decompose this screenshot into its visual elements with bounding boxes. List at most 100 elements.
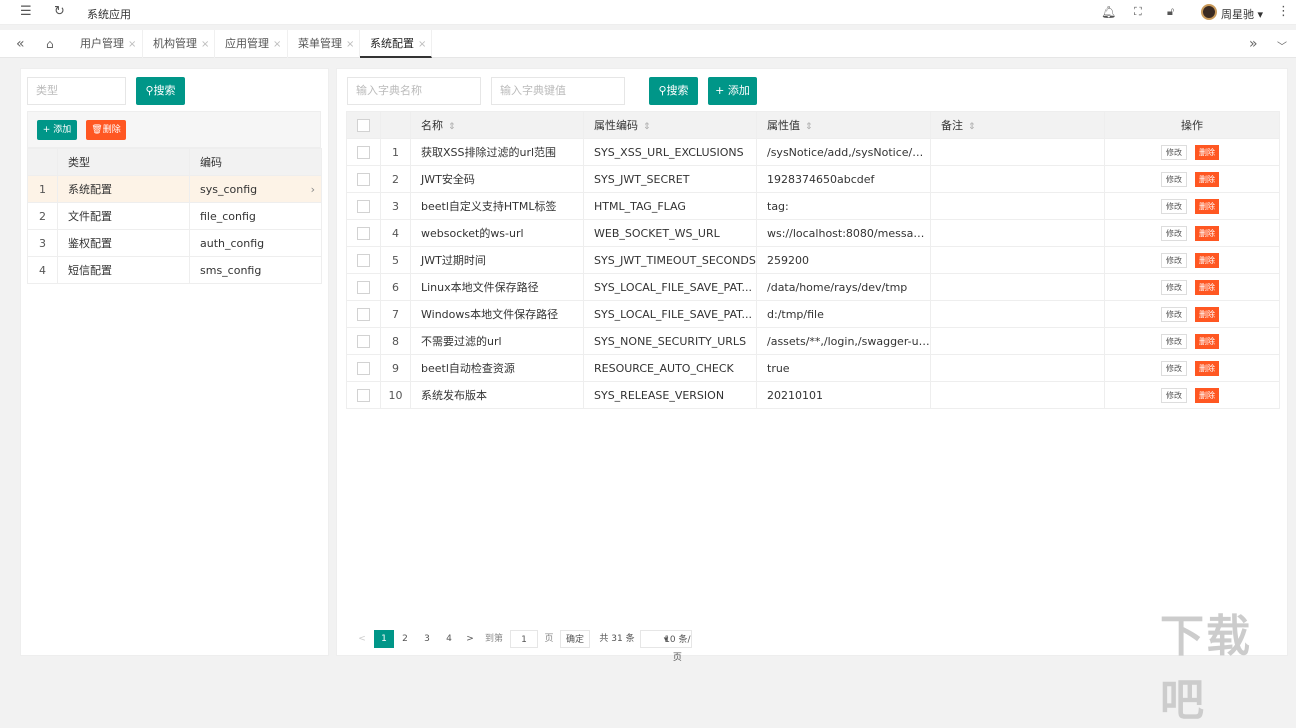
- table-row[interactable]: 7Windows本地文件保存路径SYS_LOCAL_FILE_SAVE_PAT.…: [347, 301, 1280, 328]
- table-row[interactable]: 9beetl自动检查资源RESOURCE_AUTO_CHECKtrue修改删除: [347, 355, 1280, 382]
- cell-code: SYS_RELEASE_VERSION: [584, 382, 757, 409]
- table-row[interactable]: 3鉴权配置auth_config: [28, 230, 322, 257]
- table-row[interactable]: 5JWT过期时间SYS_JWT_TIMEOUT_SECONDS259200修改删…: [347, 247, 1280, 274]
- type-add-button[interactable]: + 添加: [37, 120, 77, 140]
- tab-app-management[interactable]: 应用管理×: [215, 30, 288, 58]
- cell-name: Windows本地文件保存路径: [411, 301, 584, 328]
- cell-value: tag:: [757, 193, 931, 220]
- row-checkbox[interactable]: [357, 281, 370, 294]
- delete-button[interactable]: 删除: [1195, 226, 1219, 241]
- delete-button[interactable]: 删除: [1195, 199, 1219, 214]
- sort-icon[interactable]: ⇕: [448, 122, 456, 132]
- table-row[interactable]: 8不需要过滤的urlSYS_NONE_SECURITY_URLS/assets/…: [347, 328, 1280, 355]
- row-checkbox[interactable]: [357, 308, 370, 321]
- prev-page-button[interactable]: <: [356, 630, 368, 648]
- table-row[interactable]: 4短信配置sms_config: [28, 257, 322, 284]
- next-page-button[interactable]: >: [464, 630, 476, 648]
- tabs-dropdown-icon[interactable]: ﹀: [1277, 38, 1287, 53]
- plus-icon: +: [715, 84, 728, 97]
- user-name[interactable]: 周星驰 ▾: [1221, 6, 1263, 22]
- page-unit-label: 页: [542, 630, 556, 648]
- table-row[interactable]: 10系统发布版本SYS_RELEASE_VERSION20210101修改删除: [347, 382, 1280, 409]
- home-icon[interactable]: ⌂: [46, 37, 54, 51]
- lock-icon[interactable]: 🔓︎: [1167, 5, 1174, 19]
- dict-table: 名称⇕ 属性编码⇕ 属性值⇕ 备注⇕ 操作 1获取XSS排除过滤的url范围SY…: [346, 111, 1280, 409]
- fullscreen-icon[interactable]: ⛶: [1134, 5, 1142, 19]
- cell-name: 系统发布版本: [411, 382, 584, 409]
- delete-button[interactable]: 删除: [1195, 253, 1219, 268]
- dict-add-button[interactable]: + 添加: [708, 77, 757, 105]
- delete-button[interactable]: 删除: [1195, 145, 1219, 160]
- tab-user-management[interactable]: 用户管理×: [70, 30, 143, 58]
- delete-button[interactable]: 删除: [1195, 361, 1219, 376]
- table-row[interactable]: 1系统配置sys_config›: [28, 176, 322, 203]
- row-checkbox[interactable]: [357, 362, 370, 375]
- col-type: 类型: [58, 149, 190, 176]
- delete-button[interactable]: 删除: [1195, 388, 1219, 403]
- row-checkbox[interactable]: [357, 335, 370, 348]
- col-code[interactable]: 属性编码⇕: [584, 112, 757, 139]
- table-header: 名称⇕ 属性编码⇕ 属性值⇕ 备注⇕ 操作: [347, 112, 1280, 139]
- tab-system-config[interactable]: 系统配置×: [360, 30, 432, 58]
- dict-key-input[interactable]: 输入字典键值: [491, 77, 625, 105]
- col-name[interactable]: 名称⇕: [411, 112, 584, 139]
- menu-fold-icon[interactable]: ☰: [20, 5, 32, 19]
- page-1[interactable]: 1: [374, 630, 394, 648]
- delete-button[interactable]: 删除: [1195, 334, 1219, 349]
- edit-button[interactable]: 修改: [1161, 307, 1187, 322]
- table-row[interactable]: 4websocket的ws-urlWEB_SOCKET_WS_URLws://l…: [347, 220, 1280, 247]
- select-all-checkbox[interactable]: [357, 119, 370, 132]
- col-value[interactable]: 属性值⇕: [757, 112, 931, 139]
- cell-code: SYS_JWT_SECRET: [584, 166, 757, 193]
- edit-button[interactable]: 修改: [1161, 361, 1187, 376]
- tab-menu-management[interactable]: 菜单管理×: [288, 30, 360, 58]
- cell-value: /assets/**,/login,/swagger-ui.ht...: [757, 328, 931, 355]
- edit-button[interactable]: 修改: [1161, 226, 1187, 241]
- type-delete-button[interactable]: 🗑︎删除: [86, 120, 126, 140]
- tabs-next-icon[interactable]: »: [1249, 36, 1258, 52]
- col-remark[interactable]: 备注⇕: [931, 112, 1105, 139]
- page-confirm-button[interactable]: 确定: [560, 630, 590, 648]
- table-row[interactable]: 2JWT安全码SYS_JWT_SECRET1928374650abcdef修改删…: [347, 166, 1280, 193]
- type-search-button[interactable]: ⚲搜索: [136, 77, 185, 105]
- edit-button[interactable]: 修改: [1161, 199, 1187, 214]
- edit-button[interactable]: 修改: [1161, 334, 1187, 349]
- page-size-select[interactable]: 10 条/页 ▾: [640, 630, 692, 648]
- sort-icon[interactable]: ⇕: [805, 122, 813, 132]
- bell-icon[interactable]: 🔔︎: [1101, 5, 1116, 19]
- dict-search-button[interactable]: ⚲搜索: [649, 77, 698, 105]
- delete-button[interactable]: 删除: [1195, 307, 1219, 322]
- edit-button[interactable]: 修改: [1161, 280, 1187, 295]
- delete-button[interactable]: 删除: [1195, 280, 1219, 295]
- app-title[interactable]: 系统应用: [87, 6, 131, 22]
- row-checkbox[interactable]: [357, 227, 370, 240]
- sort-icon[interactable]: ⇕: [968, 122, 976, 132]
- edit-button[interactable]: 修改: [1161, 145, 1187, 160]
- type-search-input[interactable]: 类型: [27, 77, 126, 105]
- table-row[interactable]: 2文件配置file_config: [28, 203, 322, 230]
- refresh-icon[interactable]: ↻: [54, 5, 65, 19]
- delete-button[interactable]: 删除: [1195, 172, 1219, 187]
- row-checkbox[interactable]: [357, 200, 370, 213]
- edit-button[interactable]: 修改: [1161, 172, 1187, 187]
- edit-button[interactable]: 修改: [1161, 388, 1187, 403]
- page-2[interactable]: 2: [396, 630, 414, 648]
- row-checkbox[interactable]: [357, 146, 370, 159]
- page-jump-input[interactable]: 1: [510, 630, 538, 648]
- table-row[interactable]: 1获取XSS排除过滤的url范围SYS_XSS_URL_EXCLUSIONS/s…: [347, 139, 1280, 166]
- table-row[interactable]: 6Linux本地文件保存路径SYS_LOCAL_FILE_SAVE_PAT...…: [347, 274, 1280, 301]
- row-checkbox[interactable]: [357, 254, 370, 267]
- cell-code: SYS_LOCAL_FILE_SAVE_PAT...: [584, 301, 757, 328]
- avatar[interactable]: [1201, 4, 1217, 20]
- page-4[interactable]: 4: [440, 630, 458, 648]
- tabs-prev-icon[interactable]: «: [16, 36, 25, 52]
- row-checkbox[interactable]: [357, 173, 370, 186]
- more-vertical-icon[interactable]: ⋮: [1277, 5, 1290, 19]
- sort-icon[interactable]: ⇕: [643, 122, 651, 132]
- edit-button[interactable]: 修改: [1161, 253, 1187, 268]
- tab-org-management[interactable]: 机构管理×: [143, 30, 215, 58]
- dict-name-input[interactable]: 输入字典名称: [347, 77, 481, 105]
- table-row[interactable]: 3beetl自定义支持HTML标签HTML_TAG_FLAGtag:修改删除: [347, 193, 1280, 220]
- page-3[interactable]: 3: [418, 630, 436, 648]
- row-checkbox[interactable]: [357, 389, 370, 402]
